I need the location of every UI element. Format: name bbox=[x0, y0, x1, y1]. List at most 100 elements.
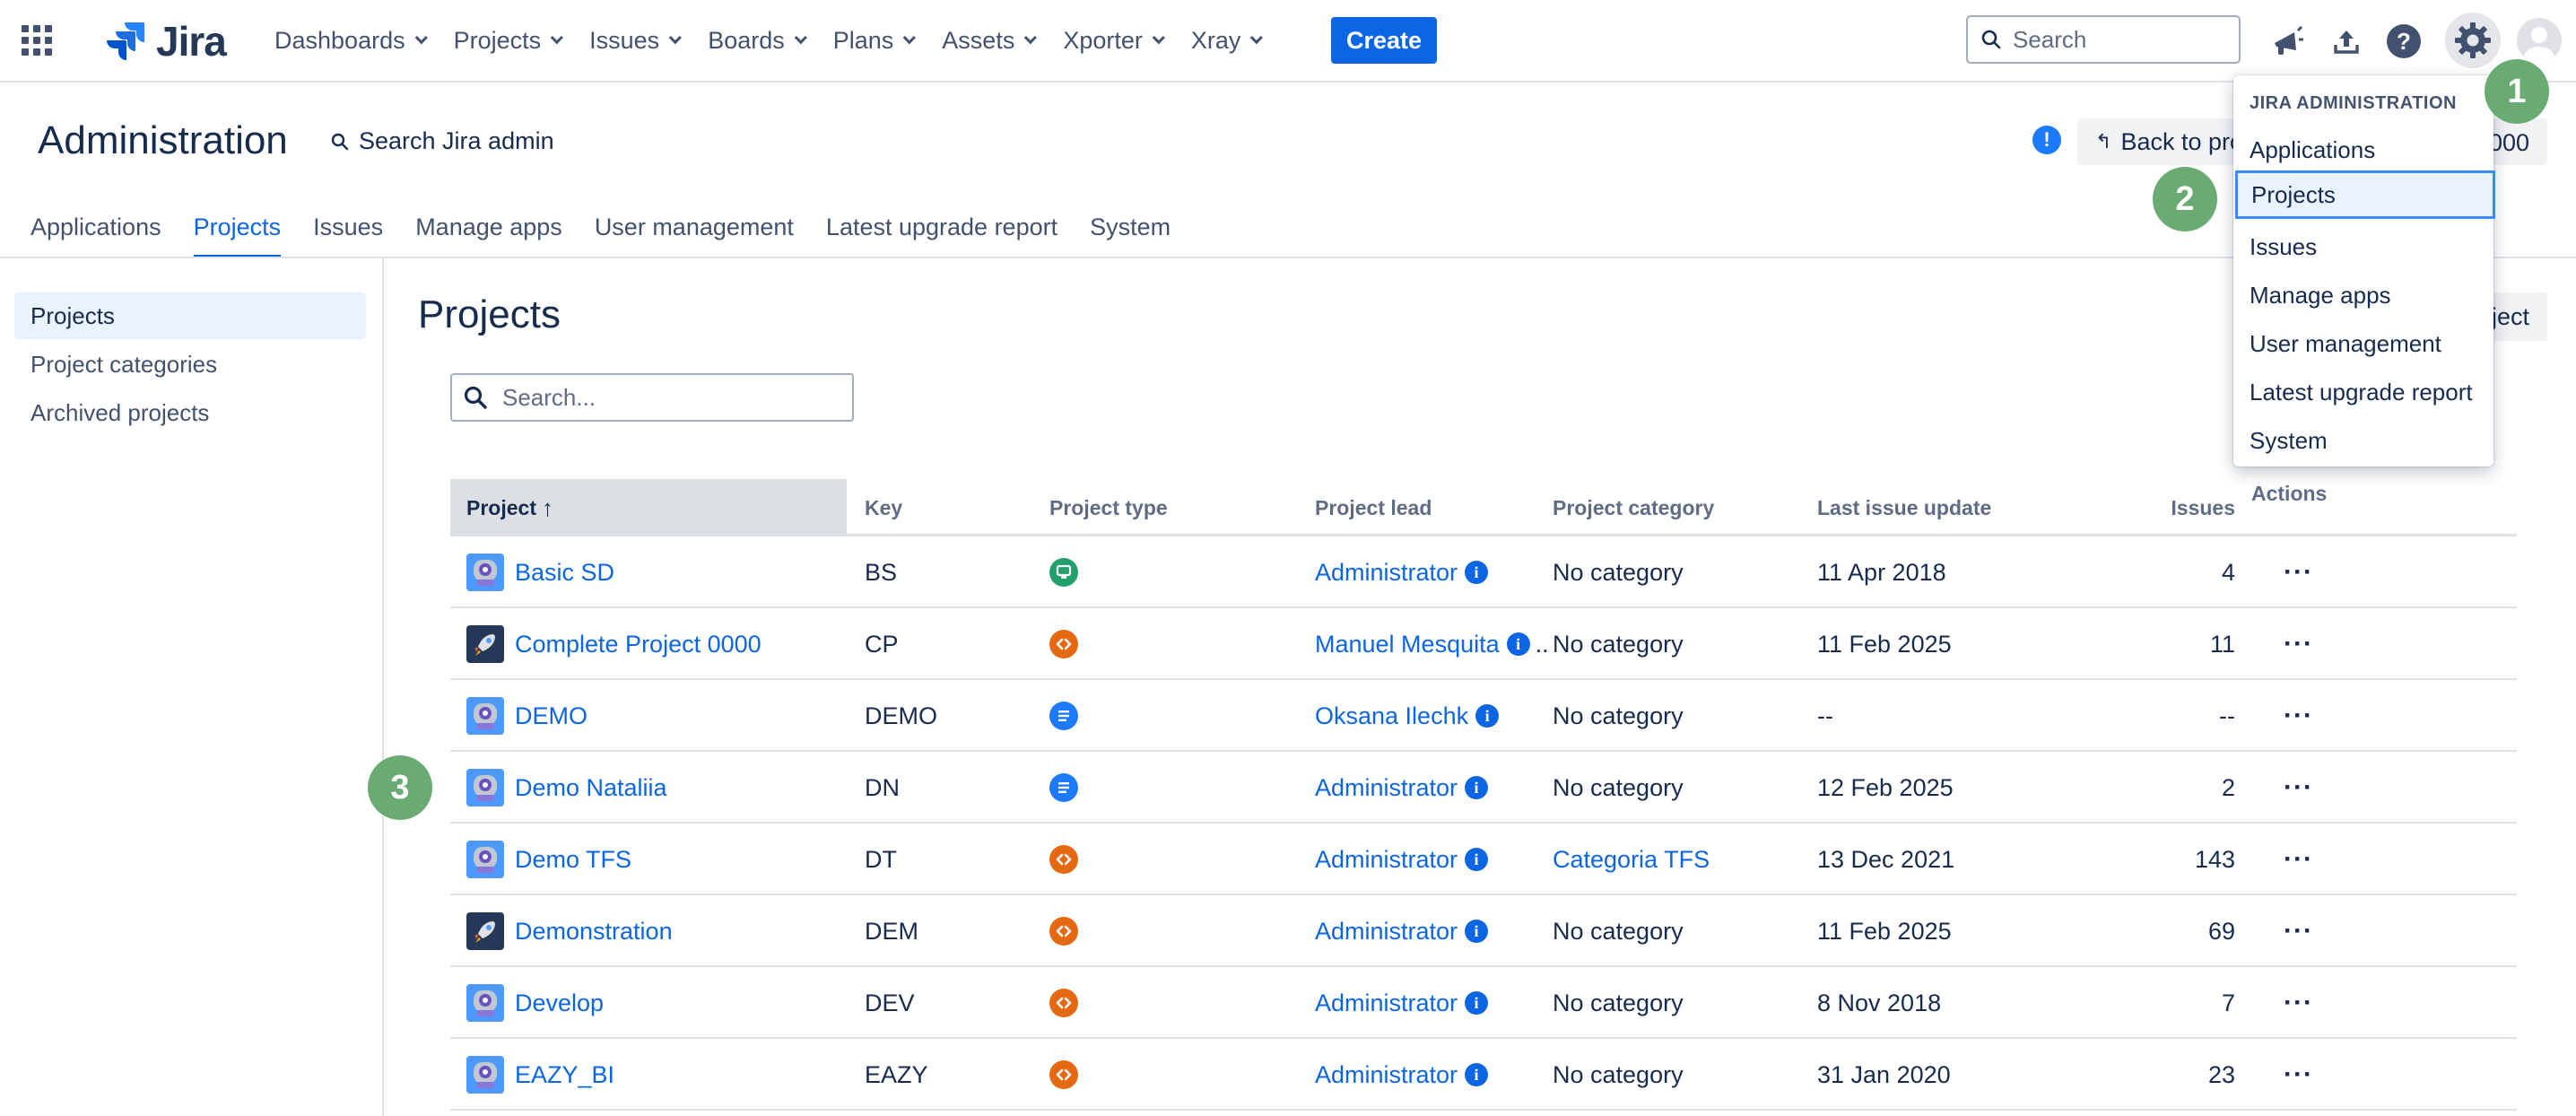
admin-search-link[interactable]: Search Jira admin bbox=[330, 127, 554, 155]
project-lead-link[interactable]: Administrator bbox=[1315, 1061, 1458, 1089]
jira-logo-icon bbox=[107, 22, 144, 60]
project-type-cell bbox=[1049, 1039, 1078, 1111]
project-cell: Demo TFS bbox=[466, 824, 631, 895]
info-icon[interactable]: i bbox=[1465, 776, 1489, 799]
project-lead-link[interactable]: Administrator bbox=[1315, 559, 1458, 587]
project-cell: Complete Project 0000 bbox=[466, 608, 761, 680]
tab-user-management[interactable]: User management bbox=[595, 214, 794, 258]
dropdown-item-user-management[interactable]: User management bbox=[2233, 319, 2493, 368]
tab-issues[interactable]: Issues bbox=[313, 214, 383, 258]
info-icon[interactable]: i bbox=[1506, 632, 1530, 656]
global-search[interactable] bbox=[1966, 15, 2241, 64]
col-lead-header[interactable]: Project lead bbox=[1315, 479, 1432, 536]
sidebar-item-archived-projects[interactable]: Archived projects bbox=[14, 389, 366, 436]
jira-logo[interactable]: Jira bbox=[104, 16, 227, 66]
tab-projects[interactable]: Projects bbox=[193, 214, 281, 258]
project-name-link[interactable]: Basic SD bbox=[515, 559, 614, 587]
nav-projects[interactable]: Projects bbox=[453, 26, 564, 55]
dropdown-item-manage-apps[interactable]: Manage apps bbox=[2233, 271, 2493, 319]
info-icon[interactable]: i bbox=[1475, 704, 1500, 728]
dropdown-item-issues[interactable]: Issues bbox=[2233, 222, 2493, 271]
project-name-link[interactable]: Demonstration bbox=[515, 918, 673, 946]
software-type-icon bbox=[1049, 989, 1078, 1017]
more-actions-icon[interactable]: ··· bbox=[2284, 967, 2313, 1039]
nav-boards[interactable]: Boards bbox=[708, 27, 807, 55]
col-project-header[interactable]: Project ↑ bbox=[450, 479, 847, 536]
nav-xporter[interactable]: Xporter bbox=[1063, 27, 1165, 55]
upload-icon[interactable] bbox=[2325, 20, 2368, 63]
project-name-link[interactable]: Complete Project 0000 bbox=[515, 631, 761, 658]
help-icon[interactable]: ? bbox=[2382, 20, 2425, 63]
app-switcher-icon[interactable] bbox=[22, 25, 52, 56]
tab-system[interactable]: System bbox=[1090, 214, 1171, 258]
nav-issues[interactable]: Issues bbox=[589, 27, 683, 55]
project-category: No category bbox=[1553, 1060, 1684, 1088]
project-name-link[interactable]: Demo TFS bbox=[515, 846, 631, 874]
dropdown-item-system[interactable]: System bbox=[2233, 416, 2493, 465]
more-actions-icon[interactable]: ··· bbox=[2284, 895, 2313, 967]
project-lead-cell: Administrator i bbox=[1315, 967, 1493, 1039]
more-actions-icon[interactable]: ··· bbox=[2284, 680, 2313, 752]
project-key: DT bbox=[865, 845, 897, 873]
last-issue-update: 13 Dec 2021 bbox=[1817, 845, 1955, 873]
gear-icon[interactable] bbox=[2445, 13, 2501, 68]
info-icon[interactable]: i bbox=[1465, 561, 1489, 584]
business-type-icon bbox=[1049, 773, 1078, 802]
info-icon[interactable]: ! bbox=[2032, 126, 2061, 154]
robot-avatar-icon bbox=[466, 984, 504, 1022]
table-body: Basic SD BS Administrator i No category 11 Ap… bbox=[450, 536, 2517, 1111]
tab-applications[interactable]: Applications bbox=[30, 214, 161, 258]
tab-manage-apps[interactable]: Manage apps bbox=[415, 214, 562, 258]
project-search[interactable] bbox=[450, 373, 854, 422]
info-icon[interactable]: i bbox=[1465, 848, 1489, 871]
col-type-header[interactable]: Project type bbox=[1049, 479, 1168, 536]
more-actions-icon[interactable]: ··· bbox=[2284, 824, 2313, 895]
sidebar-item-projects[interactable]: Projects bbox=[14, 292, 366, 339]
robot-avatar-icon bbox=[466, 841, 504, 878]
project-lead-link[interactable]: Administrator bbox=[1315, 846, 1458, 874]
project-lead-cell: Oksana Ilechk i bbox=[1315, 680, 1504, 752]
project-lead-link[interactable]: Manuel Mesquita bbox=[1315, 631, 1500, 658]
table-header: Project ↑ Key Project type Project lead … bbox=[450, 479, 2517, 536]
col-issues-header[interactable]: Issues bbox=[2171, 479, 2235, 536]
dropdown-item-projects[interactable]: Projects bbox=[2235, 170, 2495, 219]
project-name-link[interactable]: EAZY_BI bbox=[515, 1061, 614, 1089]
more-actions-icon[interactable]: ··· bbox=[2284, 608, 2313, 680]
project-lead-link[interactable]: Administrator bbox=[1315, 774, 1458, 802]
more-actions-icon[interactable]: ··· bbox=[2284, 536, 2313, 608]
nav-assets[interactable]: Assets bbox=[942, 27, 1038, 55]
project-category[interactable]: Categoria TFS bbox=[1553, 824, 1710, 895]
megaphone-icon[interactable] bbox=[2266, 20, 2309, 63]
chevron-down-icon bbox=[1152, 31, 1165, 45]
col-key-header[interactable]: Key bbox=[865, 479, 902, 536]
project-lead-link[interactable]: Oksana Ilechk bbox=[1315, 702, 1468, 730]
more-actions-icon[interactable]: ··· bbox=[2284, 752, 2313, 824]
nav-plans[interactable]: Plans bbox=[833, 27, 917, 55]
nav-label: Projects bbox=[453, 26, 542, 54]
nav-xray[interactable]: Xray bbox=[1191, 27, 1264, 55]
dropdown-item-applications[interactable]: Applications bbox=[2233, 126, 2493, 174]
project-cell: EAZY_BI bbox=[466, 1039, 614, 1111]
nav-dashboards[interactable]: Dashboards bbox=[274, 27, 428, 55]
step-badge-1: 1 bbox=[2485, 59, 2549, 124]
chevron-down-icon bbox=[1024, 31, 1038, 45]
sidebar-item-project-categories[interactable]: Project categories bbox=[14, 341, 366, 388]
info-icon[interactable]: i bbox=[1465, 920, 1489, 943]
global-search-input[interactable] bbox=[2013, 25, 2219, 54]
info-icon[interactable]: i bbox=[1465, 991, 1489, 1015]
table-row: DEMO DEMO Oksana Ilechk i No category -- -- ··· bbox=[450, 680, 2517, 752]
col-last-update-header[interactable]: Last issue update bbox=[1817, 479, 1991, 536]
tab-latest-upgrade-report[interactable]: Latest upgrade report bbox=[826, 214, 1057, 258]
more-actions-icon[interactable]: ··· bbox=[2284, 1039, 2313, 1111]
project-name-link[interactable]: Demo Nataliia bbox=[515, 774, 667, 802]
project-name-link[interactable]: Develop bbox=[515, 990, 604, 1017]
info-icon[interactable]: i bbox=[1465, 1063, 1489, 1086]
project-name-link[interactable]: DEMO bbox=[515, 702, 587, 730]
project-lead-link[interactable]: Administrator bbox=[1315, 918, 1458, 946]
project-lead-link[interactable]: Administrator bbox=[1315, 990, 1458, 1017]
project-search-input[interactable] bbox=[502, 383, 843, 412]
col-category-header[interactable]: Project category bbox=[1553, 479, 1714, 536]
dropdown-item-latest-upgrade-report[interactable]: Latest upgrade report bbox=[2233, 368, 2493, 416]
create-button[interactable]: Create bbox=[1331, 17, 1437, 64]
avatar[interactable] bbox=[2517, 18, 2562, 63]
